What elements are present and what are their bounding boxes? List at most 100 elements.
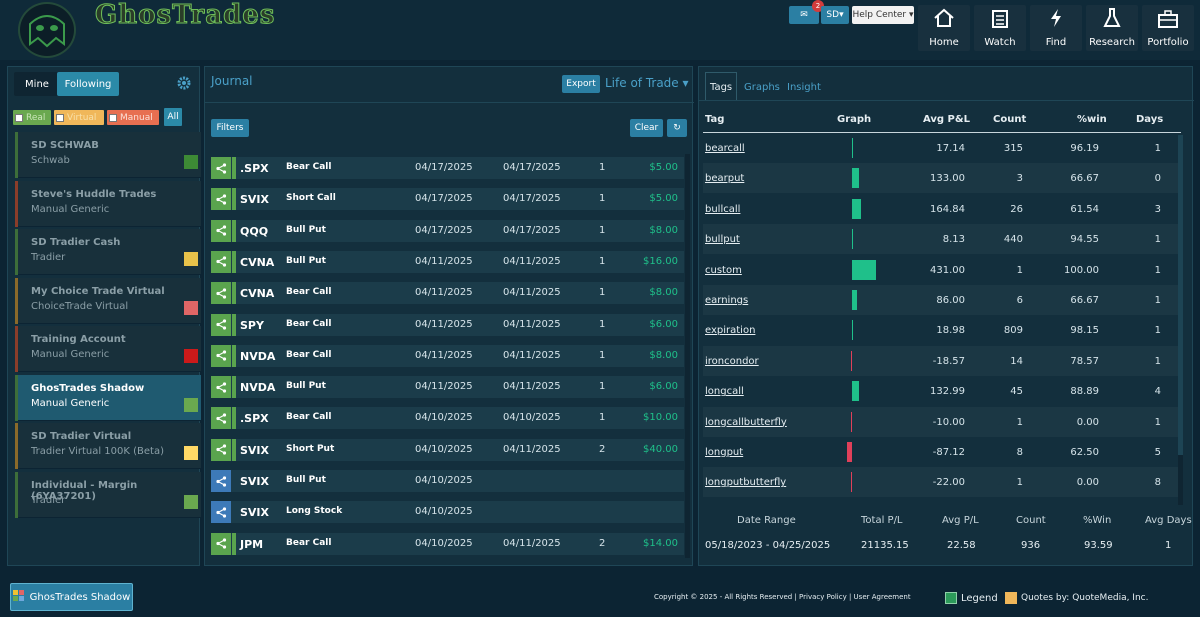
copyright-text[interactable]: Copyright © 2025 - All Rights Reserved |…	[654, 593, 911, 601]
tab-insight[interactable]: Insight	[787, 82, 821, 93]
tag-row[interactable]: longput -87.12 8 62.50 5	[703, 437, 1181, 467]
share-icon[interactable]	[211, 188, 231, 211]
tag-link[interactable]: bearput	[705, 173, 744, 184]
account-item[interactable]: My Choice Trade Virtual ChoiceTrade Virtu…	[15, 277, 201, 324]
filters-button[interactable]: Filters	[211, 119, 249, 137]
journal-row[interactable]: SVIX Long Stock 04/10/2025	[211, 501, 684, 524]
view-select[interactable]: Life of Trade ▾	[605, 76, 689, 90]
clear-button[interactable]: Clear	[630, 119, 663, 137]
help-center-button[interactable]: Help Center ▾	[852, 6, 914, 24]
journal-row[interactable]: NVDA Bull Put 04/11/2025 04/11/2025 1 $6.00	[211, 376, 684, 399]
current-account-button[interactable]: GhosTrades Shadow	[10, 583, 133, 611]
nav-research-button[interactable]: Research	[1086, 5, 1138, 51]
export-button[interactable]: Export	[562, 75, 600, 93]
tab-following[interactable]: Following	[57, 72, 119, 96]
share-icon[interactable]	[211, 219, 231, 242]
tag-link[interactable]: longcall	[705, 386, 744, 397]
tag-row[interactable]: longcall 132.99 45 88.89 4	[703, 376, 1181, 407]
ghost-logo-icon[interactable]	[18, 2, 76, 58]
tags-scrollbar[interactable]	[1178, 135, 1183, 505]
tag-row[interactable]: bullput 8.13 440 94.55 1	[703, 224, 1181, 255]
account-item[interactable]: Training Account Manual Generic	[15, 326, 201, 372]
col-win[interactable]: %win	[1077, 114, 1107, 125]
legend-link[interactable]: Legend	[945, 592, 998, 604]
journal-row[interactable]: SVIX Short Call 04/17/2025 04/17/2025 1 $5.00	[211, 188, 684, 211]
journal-row[interactable]: CVNA Bull Put 04/11/2025 04/11/2025 1 $16.00	[211, 250, 684, 273]
summary-count-header: Count	[1016, 515, 1046, 526]
share-icon[interactable]	[211, 376, 231, 399]
filter-all-button[interactable]: All	[164, 108, 182, 126]
nav-find-button[interactable]: Find	[1030, 5, 1082, 51]
share-icon[interactable]	[211, 250, 231, 273]
top-header: GhosTrades ✉ 2 SD ▾ Help Center ▾ Home Wa…	[0, 0, 1200, 60]
tag-link[interactable]: earnings	[705, 295, 748, 306]
share-icon[interactable]	[211, 157, 231, 179]
account-item[interactable]: Steve's Huddle Trades Manual Generic	[15, 180, 201, 227]
journal-row[interactable]: QQQ Bull Put 04/17/2025 04/17/2025 1 $8.00	[211, 219, 684, 242]
share-icon[interactable]	[211, 501, 231, 524]
tab-mine[interactable]: Mine	[14, 72, 60, 96]
share-icon[interactable]	[211, 532, 231, 555]
messages-button[interactable]: ✉ 2	[789, 0, 824, 24]
journal-row[interactable]: JPM Bear Call 04/10/2025 04/11/2025 2 $14.00	[211, 532, 684, 555]
col-count[interactable]: Count	[993, 114, 1026, 125]
brand-logo[interactable]: GhosTrades	[94, 0, 275, 31]
tag-row[interactable]: expiration 18.98 809 98.15 1	[703, 315, 1181, 346]
account-item[interactable]: SD SCHWAB Schwab	[15, 132, 201, 178]
col-graph[interactable]: Graph	[837, 114, 871, 125]
tag-row[interactable]: longputbutterfly -22.00 1 0.00 8	[703, 467, 1181, 498]
account-item[interactable]: Individual - Margin (6YA37201) Tradier	[15, 471, 201, 518]
journal-row[interactable]: .SPX Bear Call 04/17/2025 04/17/2025 1 $5.00	[211, 157, 684, 179]
tag-graph-bar	[852, 320, 854, 341]
nav-home-button[interactable]: Home	[918, 5, 970, 51]
tag-link[interactable]: longputbutterfly	[705, 477, 786, 488]
share-icon[interactable]	[211, 470, 231, 492]
gear-icon[interactable]	[176, 75, 192, 95]
tag-row[interactable]: custom 431.00 1 100.00 1	[703, 254, 1181, 285]
tag-row[interactable]: bearcall 17.14 315 96.19 1	[703, 133, 1181, 163]
scrollbar-thumb[interactable]	[1178, 135, 1183, 455]
share-icon[interactable]	[211, 344, 231, 367]
account-item[interactable]: GhosTrades Shadow Manual Generic	[15, 374, 201, 421]
trade-strategy: Bull Put	[286, 381, 326, 392]
filter-real-checkbox[interactable]: Real	[13, 110, 51, 125]
tag-row[interactable]: bullcall 164.84 26 61.54 3	[703, 193, 1181, 224]
tag-link[interactable]: custom	[705, 265, 742, 276]
share-icon[interactable]	[211, 313, 231, 336]
trade-strategy: Bull Put	[286, 255, 326, 266]
journal-row[interactable]: CVNA Bear Call 04/11/2025 04/11/2025 1 $8.00	[211, 282, 684, 305]
journal-row[interactable]: .SPX Bear Call 04/10/2025 04/10/2025 1 $10.00	[211, 407, 684, 430]
user-menu-button[interactable]: SD ▾	[821, 6, 849, 24]
tab-graphs[interactable]: Graphs	[744, 82, 780, 93]
tag-row[interactable]: longcallbutterfly -10.00 1 0.00 1	[703, 406, 1181, 437]
share-icon[interactable]	[211, 438, 231, 461]
filter-manual-checkbox[interactable]: Manual	[107, 110, 159, 125]
tag-link[interactable]: expiration	[705, 325, 755, 336]
refresh-icon[interactable]: ↻	[667, 119, 687, 137]
journal-scrollbar[interactable]	[685, 154, 690, 558]
nav-portfolio-button[interactable]: Portfolio	[1142, 5, 1194, 51]
tag-link[interactable]: bearcall	[705, 143, 745, 154]
journal-row[interactable]: NVDA Bear Call 04/11/2025 04/11/2025 1 $8.00	[211, 344, 684, 367]
tag-link[interactable]: longput	[705, 447, 743, 458]
tag-row[interactable]: bearput 133.00 3 66.67 0	[703, 163, 1181, 194]
nav-watch-button[interactable]: Watch	[974, 5, 1026, 51]
journal-row[interactable]: SVIX Bull Put 04/10/2025	[211, 470, 684, 492]
account-item[interactable]: SD Tradier Cash Tradier	[15, 229, 201, 275]
share-icon[interactable]	[211, 282, 231, 305]
tag-row[interactable]: ironcondor -18.57 14 78.57 1	[703, 345, 1181, 376]
col-tag[interactable]: Tag	[705, 114, 724, 125]
col-avg-pnl[interactable]: Avg P&L	[923, 114, 970, 125]
tab-tags[interactable]: Tags	[705, 72, 737, 100]
journal-row[interactable]: SPY Bear Call 04/11/2025 04/11/2025 1 $6.00	[211, 313, 684, 336]
tag-link[interactable]: longcallbutterfly	[705, 417, 787, 428]
tag-link[interactable]: ironcondor	[705, 356, 759, 367]
journal-row[interactable]: SVIX Short Put 04/10/2025 04/11/2025 2 $40.00	[211, 438, 684, 461]
filter-virtual-checkbox[interactable]: Virtual	[54, 110, 104, 125]
account-item[interactable]: SD Tradier Virtual Tradier Virtual 100K (…	[15, 423, 201, 469]
tag-link[interactable]: bullput	[705, 234, 740, 245]
tag-row[interactable]: earnings 86.00 6 66.67 1	[703, 285, 1181, 315]
col-days[interactable]: Days	[1136, 114, 1163, 125]
share-icon[interactable]	[211, 407, 231, 430]
tag-link[interactable]: bullcall	[705, 204, 740, 215]
